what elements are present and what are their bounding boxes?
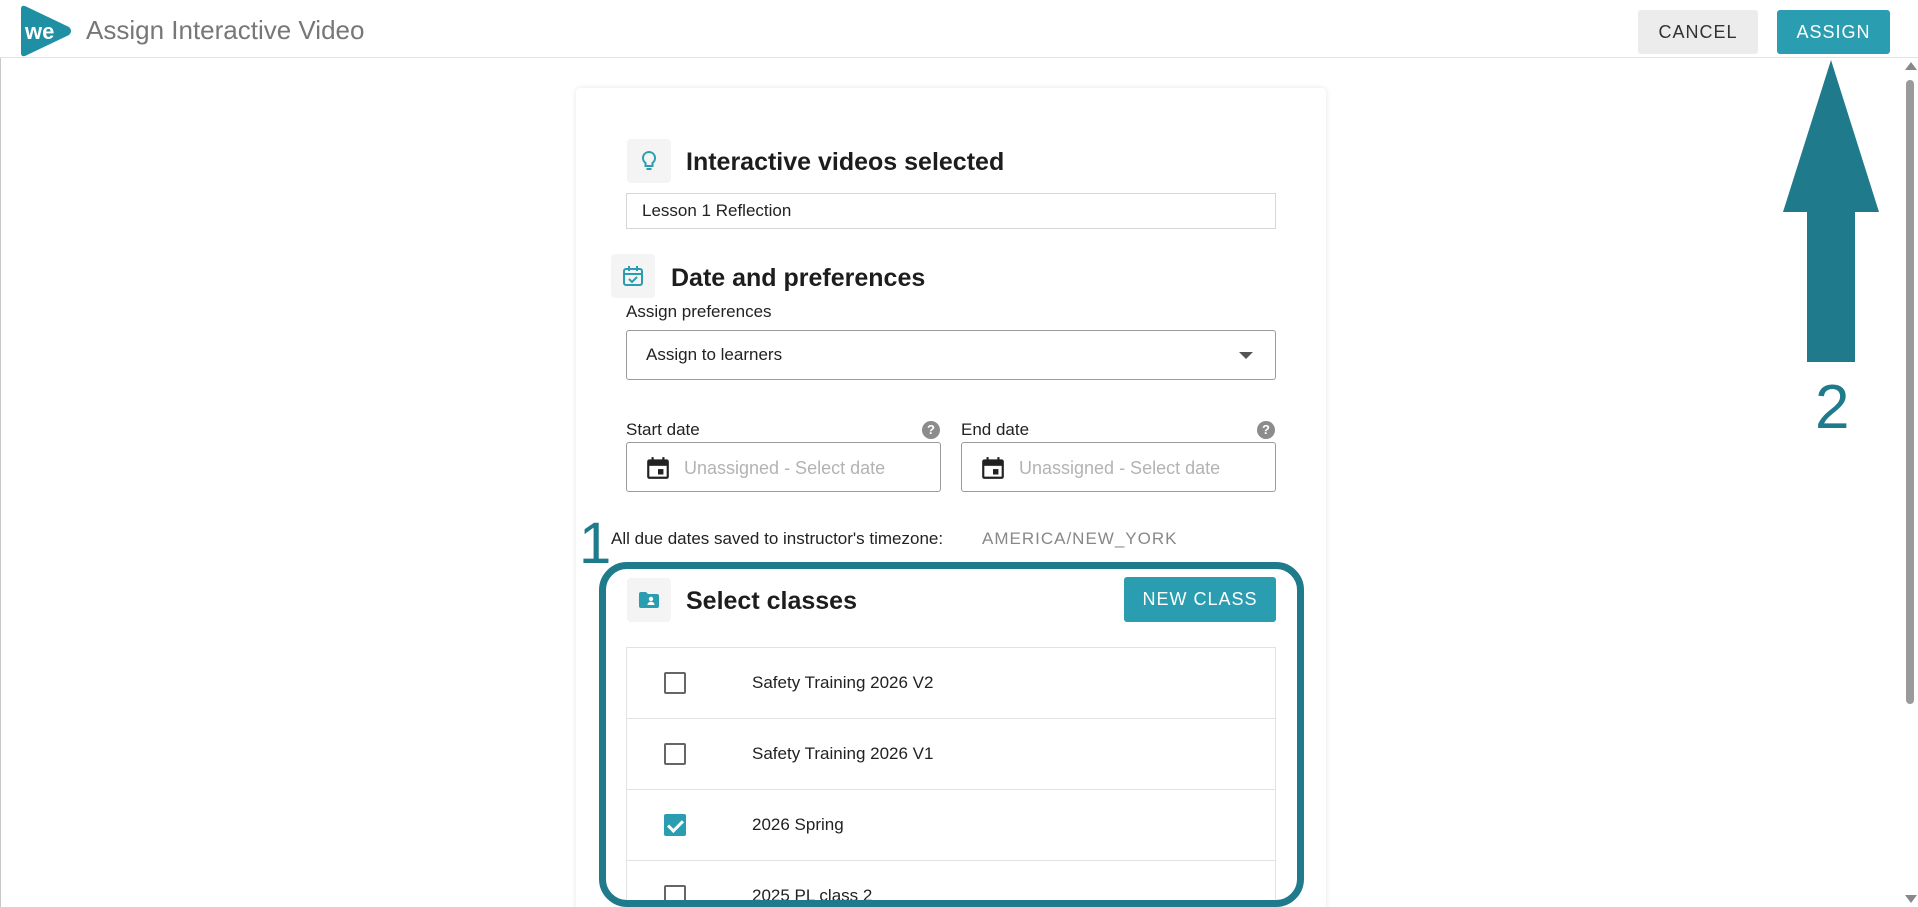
videos-section-title: Interactive videos selected (686, 148, 1005, 176)
assign-preferences-label: Assign preferences (626, 302, 772, 321)
timezone-label: All due dates saved to instructor's time… (611, 529, 944, 548)
calendar-icon (982, 457, 1004, 479)
calendar-icon (647, 457, 669, 479)
assign-button[interactable]: ASSIGN (1777, 10, 1890, 54)
end-date-field[interactable]: Unassigned - Select date (961, 442, 1276, 492)
calendar-check-icon (611, 254, 655, 298)
we-logo: we (21, 5, 71, 57)
svg-text:we: we (24, 19, 54, 44)
timezone-value: AMERICA/NEW_YORK (982, 529, 1178, 548)
left-edge-divider (0, 58, 1, 907)
end-date-label: End date (961, 420, 1030, 439)
page-title: Assign Interactive Video (86, 15, 365, 45)
top-bar: we Assign Interactive Video CANCEL ASSIG… (0, 0, 1918, 58)
cancel-button[interactable]: CANCEL (1638, 10, 1758, 54)
scroll-down-arrow-icon[interactable] (1905, 895, 1917, 903)
annotation-highlight-box (599, 562, 1304, 907)
caret-down-icon (1239, 352, 1253, 359)
page-scrollbar[interactable] (1902, 58, 1918, 907)
start-date-placeholder: Unassigned - Select date (684, 458, 886, 478)
preferences-section-title: Date and preferences (671, 264, 926, 292)
end-date-help-icon[interactable]: ? (1257, 421, 1275, 439)
annotation-step-1: 1 (579, 511, 612, 576)
start-date-help-icon[interactable]: ? (922, 421, 940, 439)
annotation-step-2: 2 (1815, 373, 1850, 442)
scroll-up-arrow-icon[interactable] (1905, 62, 1917, 70)
lightbulb-icon (627, 139, 671, 183)
start-date-label: Start date (626, 420, 700, 439)
start-date-field[interactable]: Unassigned - Select date (626, 442, 941, 492)
assign-preferences-select[interactable]: Assign to learners (626, 330, 1276, 380)
end-date-placeholder: Unassigned - Select date (1019, 458, 1221, 478)
selected-video-field: Lesson 1 Reflection (626, 193, 1276, 229)
annotation-arrow-up-icon (1783, 60, 1879, 362)
assign-preferences-value: Assign to learners (646, 345, 783, 364)
scroll-thumb[interactable] (1906, 80, 1914, 704)
